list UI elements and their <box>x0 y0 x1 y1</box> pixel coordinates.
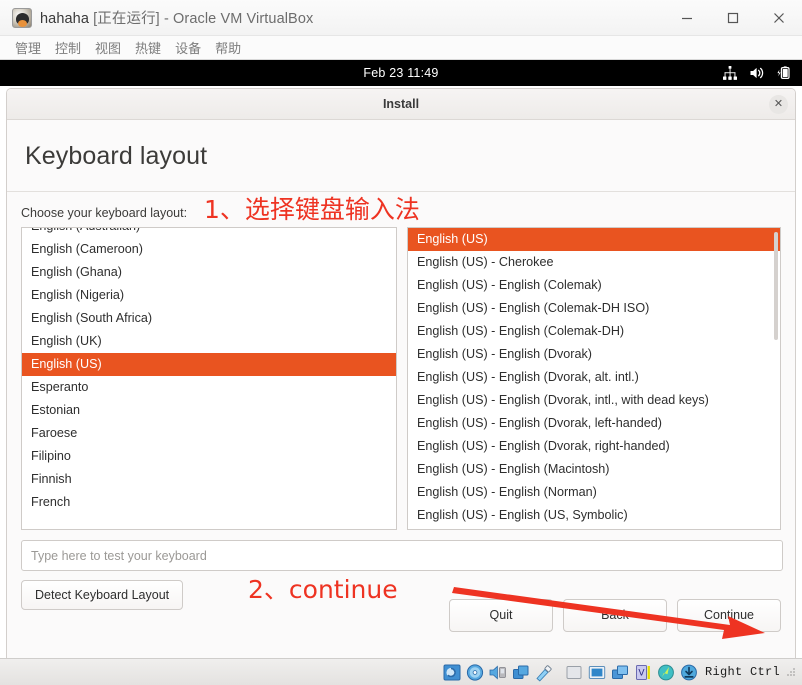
list-item[interactable]: English (US) - English (Dvorak, left-han… <box>408 412 780 435</box>
panel-tray <box>722 60 792 86</box>
back-button[interactable]: Back <box>563 599 667 632</box>
list-item[interactable]: English (US) - English (Dvorak) <box>408 343 780 366</box>
language-list-inner: English (Australian)English (Cameroon)En… <box>22 227 396 514</box>
network-adapter-icon[interactable] <box>511 663 531 682</box>
menu-item-devices[interactable]: 设备 <box>168 36 208 59</box>
list-item[interactable]: English (US) <box>22 353 396 376</box>
scrollbar-thumb[interactable] <box>774 232 778 340</box>
list-item[interactable]: English (US) - English (Dvorak, intl., w… <box>408 389 780 412</box>
list-item[interactable]: English (US) <box>408 228 780 251</box>
page-title: Keyboard layout <box>7 120 795 192</box>
menu-item-view[interactable]: 视图 <box>88 36 128 59</box>
list-item[interactable]: English (South Africa) <box>22 307 396 330</box>
vm-state: [正在运行] <box>93 11 160 27</box>
ubuntu-top-panel: Feb 23 11:49 <box>0 60 802 86</box>
list-item[interactable]: English (US) - English (Dvorak, alt. int… <box>408 366 780 389</box>
list-item[interactable]: Esperanto <box>22 376 396 399</box>
list-item[interactable]: English (US) - English (US, Symbolic) <box>408 504 780 527</box>
vbox-title-bar: hahaha [正在运行] - Oracle VM VirtualBox <box>0 0 802 36</box>
keyboard-variant-list[interactable]: English (US)English (US) - CherokeeEngli… <box>407 227 781 530</box>
display-icon[interactable] <box>587 663 607 682</box>
keyboard-language-list[interactable]: English (Australian)English (Cameroon)En… <box>21 227 397 530</box>
installer-body: Choose your keyboard layout: English (Au… <box>7 192 795 610</box>
resize-grip-icon[interactable] <box>786 667 796 677</box>
list-item[interactable]: English (US) - English (Macintosh) <box>408 458 780 481</box>
list-item[interactable]: English (US) - English (Norman) <box>408 481 780 504</box>
vbox-menu-bar: 管理 控制 视图 热键 设备 帮助 <box>0 36 802 60</box>
vbox-window-title: hahaha [正在运行] - Oracle VM VirtualBox <box>40 7 313 28</box>
hard-disk-icon[interactable] <box>442 663 462 682</box>
annotation-step-1: 1、选择键盘输入法 <box>204 190 420 226</box>
list-item[interactable]: English (UK) <box>22 330 396 353</box>
variant-list-inner: English (US)English (US) - CherokeeEngli… <box>408 228 780 530</box>
list-item[interactable]: Finnish <box>22 468 396 491</box>
vbox-status-bar: V Right Ctrl <box>0 658 802 685</box>
list-item[interactable]: English (US) - Cherokee <box>408 251 780 274</box>
mouse-integration-icon[interactable] <box>656 663 676 682</box>
shared-folder-icon[interactable] <box>564 663 584 682</box>
close-icon[interactable] <box>756 0 802 36</box>
list-item[interactable]: French <box>22 491 396 514</box>
vm-name: hahaha <box>40 11 89 27</box>
close-icon[interactable]: ✕ <box>769 95 788 114</box>
menu-item-hotkey[interactable]: 热键 <box>128 36 168 59</box>
list-item[interactable]: English (US) - English (Dvorak, right-ha… <box>408 435 780 458</box>
installer-window: Install ✕ Keyboard layout Choose your ke… <box>6 88 796 673</box>
installer-title-bar: Install ✕ <box>7 89 795 120</box>
volume-icon[interactable] <box>749 65 765 81</box>
panel-clock[interactable]: Feb 23 11:49 <box>363 66 438 80</box>
list-item[interactable]: English (US) - English (Colemak-DH) <box>408 320 780 343</box>
audio-icon[interactable] <box>488 663 508 682</box>
usb-icon[interactable] <box>534 663 554 682</box>
list-item[interactable]: English (US) - English (Colemak) <box>408 274 780 297</box>
screen-root: hahaha [正在运行] - Oracle VM VirtualBox 管理 … <box>0 0 802 685</box>
installer-title: Install <box>383 97 419 111</box>
vm-app-suffix: - Oracle VM VirtualBox <box>164 11 313 27</box>
menu-item-manage[interactable]: 管理 <box>8 36 48 59</box>
virtualbox-guest-icon <box>12 8 32 28</box>
detect-keyboard-layout-button[interactable]: Detect Keyboard Layout <box>21 580 183 610</box>
keyboard-capture-icon[interactable] <box>679 663 699 682</box>
list-item[interactable]: Faroese <box>22 422 396 445</box>
host-key-label: Right Ctrl <box>705 665 780 679</box>
annotation-step-2: 2、continue <box>248 570 398 606</box>
variant-list-scrollbar[interactable] <box>774 229 779 528</box>
recording-icon[interactable] <box>610 663 630 682</box>
battery-icon[interactable] <box>776 65 792 81</box>
footer-buttons: Quit Back Continue <box>449 599 781 632</box>
status-bar-icons: V <box>442 663 699 682</box>
list-item[interactable]: English (Nigeria) <box>22 284 396 307</box>
minimize-icon[interactable] <box>664 0 710 36</box>
layout-lists: English (Australian)English (Cameroon)En… <box>21 227 781 530</box>
virtualization-icon[interactable]: V <box>633 663 653 682</box>
quit-button[interactable]: Quit <box>449 599 553 632</box>
menu-item-help[interactable]: 帮助 <box>208 36 248 59</box>
optical-disk-icon[interactable] <box>465 663 485 682</box>
menu-item-control[interactable]: 控制 <box>48 36 88 59</box>
list-item[interactable]: English (US) - English (US, alt. intl.) <box>408 527 780 530</box>
list-item[interactable]: English (US) - English (Colemak-DH ISO) <box>408 297 780 320</box>
maximize-icon[interactable] <box>710 0 756 36</box>
window-controls <box>664 0 802 36</box>
list-item[interactable]: Estonian <box>22 399 396 422</box>
list-item[interactable]: Filipino <box>22 445 396 468</box>
list-item[interactable]: English (Cameroon) <box>22 238 396 261</box>
network-icon[interactable] <box>722 65 738 81</box>
list-item[interactable]: English (Ghana) <box>22 261 396 284</box>
continue-button[interactable]: Continue <box>677 599 781 632</box>
svg-text:V: V <box>638 668 645 678</box>
list-item[interactable]: English (Australian) <box>22 227 396 238</box>
keyboard-test-input[interactable] <box>21 540 783 571</box>
